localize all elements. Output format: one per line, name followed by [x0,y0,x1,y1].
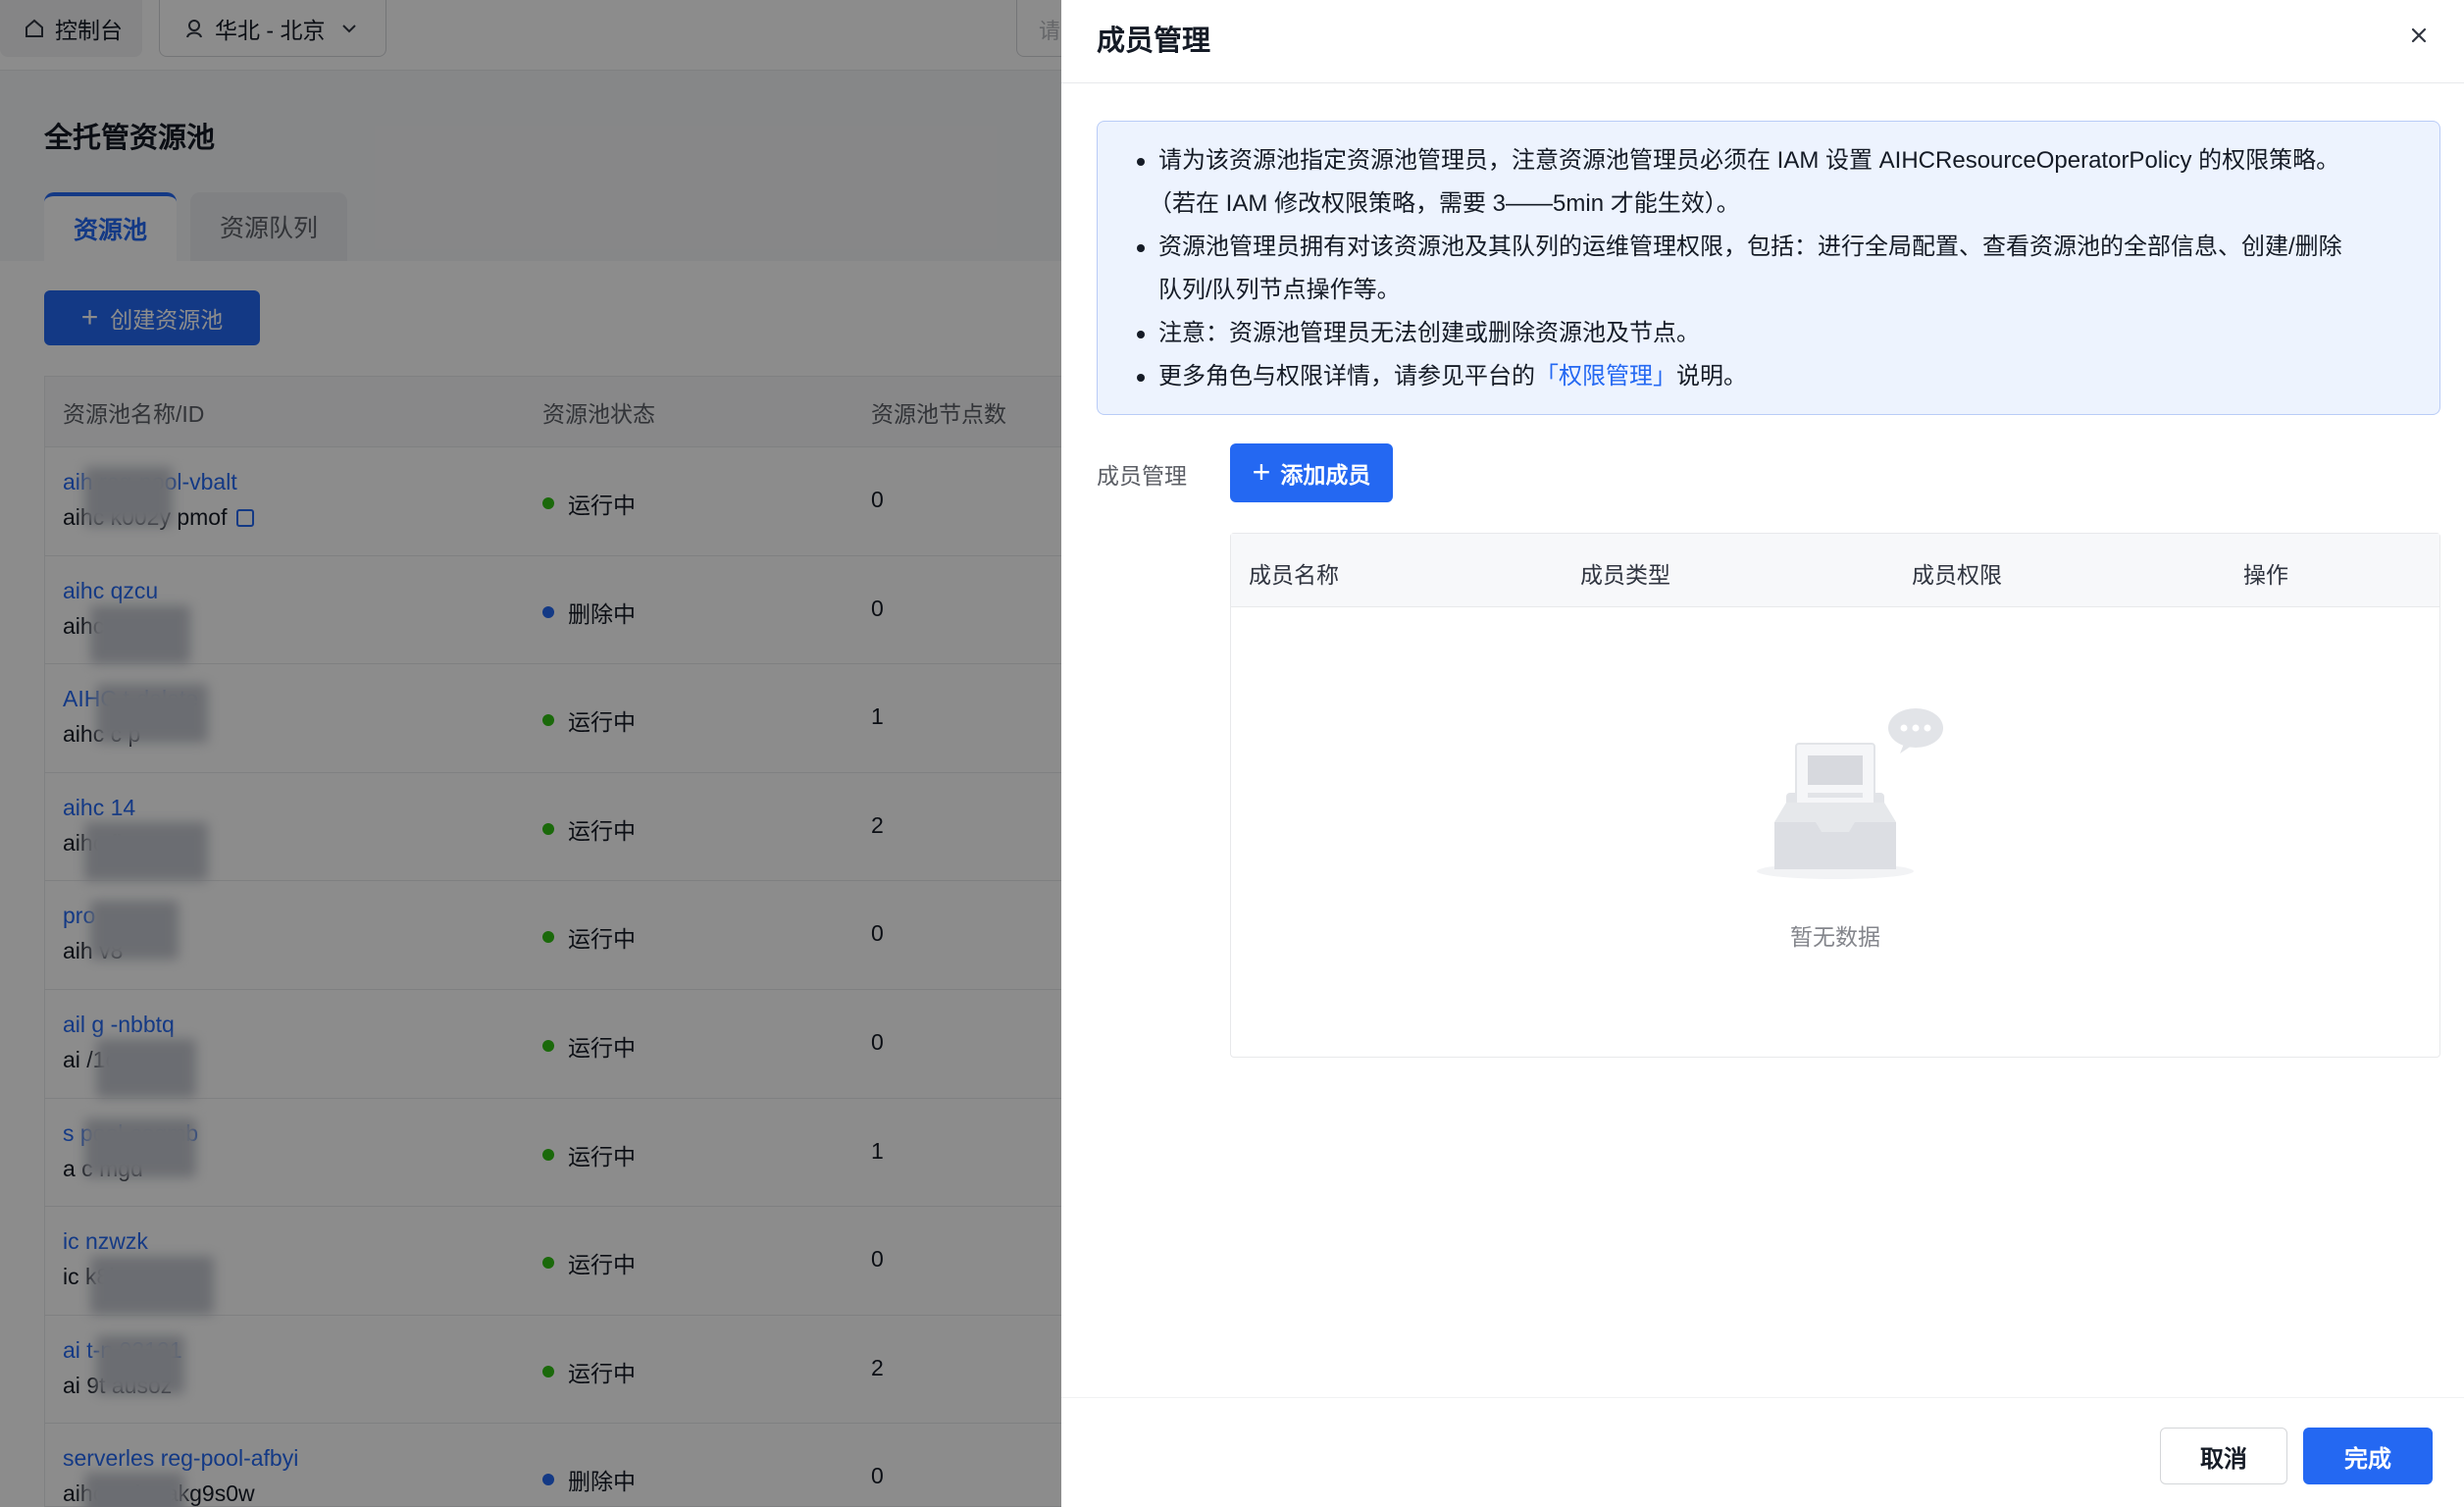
notice-line-1b: （若在 IAM 修改权限策略，需要 3——5min 才能生效）。 [1149,190,1740,217]
notice-line-4-post: 说明。 [1676,363,1747,390]
plus-icon: + [1252,453,1271,490]
drawer-title: 成员管理 [1097,26,1211,57]
drawer-header: 成员管理 [1061,0,2464,83]
notice-item: 资源池管理员拥有对该资源池及其队列的运维管理权限，包括：进行全局配置、查看资源池… [1137,226,2404,312]
notice-line-2b: 队列/队列节点操作等。 [1158,277,1401,303]
notice-line-3: 注意：资源池管理员无法创建或删除资源池及节点。 [1158,320,1700,346]
column-header-member-permission: 成员权限 [1912,562,2002,588]
notice-item: 注意：资源池管理员无法创建或删除资源池及节点。 [1137,312,2404,355]
member-section-label: 成员管理 [1097,463,1187,489]
column-header-member-name: 成员名称 [1249,562,1339,588]
info-notice: 请为该资源池指定资源池管理员，注意资源池管理员必须在 IAM 设置 AIHCRe… [1097,121,2440,415]
cancel-button[interactable]: 取消 [2160,1428,2287,1484]
done-button[interactable]: 完成 [2303,1428,2433,1484]
close-icon[interactable] [2405,22,2433,49]
column-header-actions: 操作 [2243,562,2288,588]
member-management-drawer: 成员管理 请为该资源池指定资源池管理员，注意资源池管理员必须在 IAM 设置 A… [1061,0,2464,1507]
member-table: 成员名称 成员类型 成员权限 操作 暂无数据 [1230,533,2440,1058]
drawer-footer: 取消 完成 [1061,1397,2464,1507]
empty-inbox-icon [1757,708,1943,879]
column-header-member-type: 成员类型 [1580,562,1670,588]
notice-line-2: 资源池管理员拥有对该资源池及其队列的运维管理权限，包括：进行全局配置、查看资源池… [1158,234,2342,260]
notice-item: 更多角色与权限详情，请参见平台的「权限管理」说明。 [1137,355,2404,398]
add-member-label: 添加成员 [1280,462,1371,488]
permission-management-link[interactable]: 「权限管理」 [1535,363,1676,390]
member-table-header: 成员名称 成员类型 成员权限 操作 [1231,534,2439,607]
notice-line-1: 请为该资源池指定资源池管理员，注意资源池管理员必须在 IAM 设置 AIHCRe… [1158,147,2340,174]
notice-item: 请为该资源池指定资源池管理员，注意资源池管理员必须在 IAM 设置 AIHCRe… [1137,139,2404,226]
empty-state-text: 暂无数据 [1790,924,1880,950]
drawer-mask[interactable] [0,0,1061,1507]
add-member-button[interactable]: + 添加成员 [1230,443,1393,502]
notice-line-4-pre: 更多角色与权限详情，请参见平台的 [1158,363,1535,390]
